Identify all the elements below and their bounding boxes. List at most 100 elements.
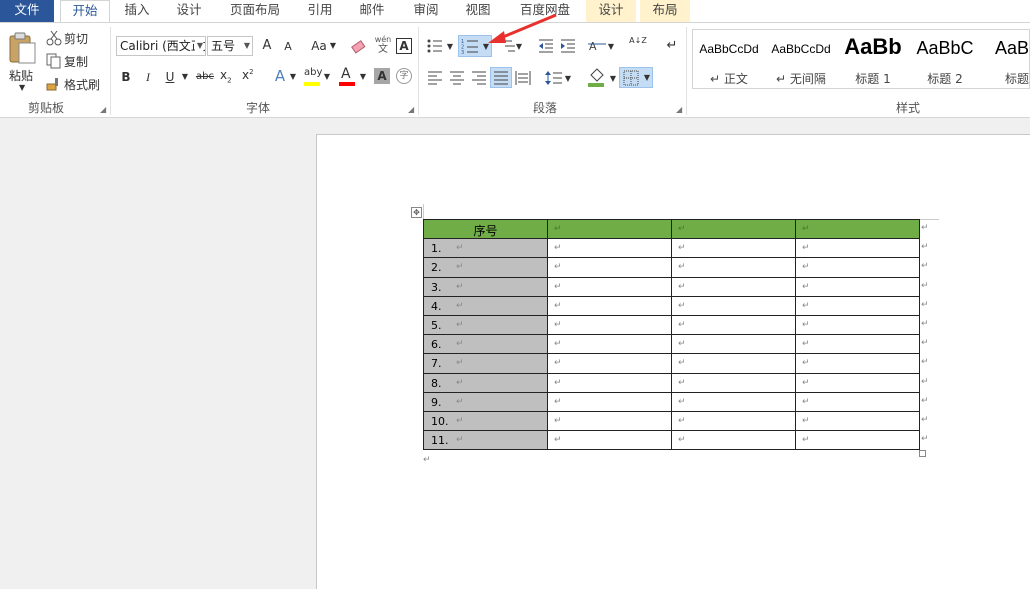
table-cell[interactable]: 1. ↵: [423, 238, 548, 259]
table-cell[interactable]: ↵: [547, 372, 672, 393]
clipboard-launcher-icon[interactable]: ◢: [100, 105, 106, 114]
align-left-icon[interactable]: [427, 70, 443, 86]
table-cell[interactable]: 4. ↵: [423, 295, 548, 316]
style-title[interactable]: AaBb 标题: [981, 30, 1029, 88]
table-cell[interactable]: 5. ↵: [423, 314, 548, 336]
show-formatting-marks-button[interactable]: ↵: [664, 37, 680, 55]
table-cell[interactable]: ↵: [795, 372, 920, 393]
table-cell[interactable]: 2. ↵: [423, 257, 548, 278]
style-heading-2[interactable]: AaBbC 标题 2: [909, 30, 981, 88]
table-cell[interactable]: 11. ↵: [423, 430, 548, 451]
tab-references[interactable]: 引用: [298, 0, 342, 22]
tab-insert[interactable]: 插入: [114, 0, 160, 22]
highlight-button[interactable]: aby: [302, 67, 324, 87]
table-cell[interactable]: ↵: [547, 295, 672, 316]
paste-button[interactable]: 粘贴 ▼: [5, 29, 39, 93]
sort-button[interactable]: A↓Z: [628, 36, 648, 45]
table-cell[interactable]: ↵: [547, 238, 672, 259]
table-cell[interactable]: ↵: [671, 257, 796, 278]
table-cell[interactable]: ↵: [671, 314, 796, 336]
table-cell[interactable]: 序号: [423, 218, 548, 240]
table-cell[interactable]: ↵: [795, 391, 920, 412]
table-cell[interactable]: ↵: [671, 218, 796, 240]
table-cell[interactable]: 7. ↵: [423, 353, 548, 374]
bold-button[interactable]: B: [119, 68, 133, 86]
table-cell[interactable]: ↵: [795, 295, 920, 316]
subscript-button[interactable]: x2: [220, 68, 238, 86]
chevron-down-icon[interactable]: ▼: [180, 68, 190, 86]
table-cell[interactable]: ↵: [795, 257, 920, 278]
paragraph-launcher-icon[interactable]: ◢: [676, 105, 682, 114]
cut-button[interactable]: 剪切: [46, 29, 102, 47]
tab-review[interactable]: 审阅: [404, 0, 448, 22]
tab-mailings[interactable]: 邮件: [350, 0, 394, 22]
underline-button[interactable]: U: [163, 68, 177, 86]
superscript-button[interactable]: x2: [242, 68, 260, 86]
table-cell[interactable]: ↵: [795, 410, 920, 432]
table-cell[interactable]: ↵: [671, 276, 796, 297]
table-cell[interactable]: 8. ↵: [423, 372, 548, 393]
shading-button[interactable]: [588, 68, 610, 88]
tab-table-design[interactable]: 设计: [586, 0, 636, 22]
table-move-handle[interactable]: ✥: [411, 207, 422, 218]
italic-button[interactable]: I: [141, 68, 155, 86]
table-resize-handle[interactable]: [919, 450, 926, 457]
table-cell[interactable]: ↵: [671, 295, 796, 316]
tab-file[interactable]: 文件: [0, 0, 54, 22]
table-cell[interactable]: ↵: [671, 238, 796, 259]
table-cell[interactable]: ↵: [671, 430, 796, 451]
table-cell[interactable]: ↵: [547, 257, 672, 278]
style-normal[interactable]: AaBbCcDd ↵ 正文: [693, 30, 765, 88]
chevron-down-icon[interactable]: ▼: [606, 38, 616, 56]
format-painter-button[interactable]: 格式刷: [46, 75, 106, 93]
tab-design[interactable]: 设计: [166, 0, 212, 22]
table-cell[interactable]: ↵: [671, 391, 796, 412]
style-no-spacing[interactable]: AaBbCcDd ↵ 无间隔: [765, 30, 837, 88]
tab-home[interactable]: 开始: [60, 0, 110, 23]
chinese-layout-icon[interactable]: A: [588, 38, 606, 54]
shrink-font-button[interactable]: A: [280, 38, 296, 56]
borders-button[interactable]: ▼: [619, 67, 653, 88]
font-family-combo[interactable]: Calibri (西文正文) ▼: [116, 36, 206, 56]
table-cell[interactable]: ↵: [795, 353, 920, 374]
table-cell[interactable]: ↵: [795, 276, 920, 297]
table-cell[interactable]: ↵: [547, 218, 672, 240]
table-cell[interactable]: ↵: [547, 334, 672, 355]
change-case-button[interactable]: Aa: [308, 37, 330, 55]
bullets-icon[interactable]: [427, 38, 443, 54]
chevron-down-icon[interactable]: ▼: [322, 68, 332, 86]
chevron-down-icon[interactable]: ▼: [608, 70, 618, 88]
document-page[interactable]: ✥ 序号 ↵ ↵ ↵ 1. ↵ ↵ ↵ ↵ 2. ↵ ↵ ↵ ↵ 3. ↵ ↵ ↵ ↵ 4. ↵ ↵ ↵ ↵ 5. ↵ ↵ ↵…: [316, 134, 1030, 589]
table-cell[interactable]: ↵: [795, 314, 920, 336]
line-spacing-icon[interactable]: [545, 70, 563, 86]
chevron-down-icon[interactable]: ▼: [445, 38, 455, 56]
font-size-combo[interactable]: 五号 ▼: [207, 36, 253, 56]
chevron-down-icon[interactable]: ▼: [358, 68, 368, 86]
table-cell[interactable]: ↵: [795, 218, 920, 240]
grow-font-button[interactable]: A: [258, 37, 276, 55]
table-cell[interactable]: ↵: [671, 334, 796, 355]
chevron-down-icon[interactable]: ▼: [642, 69, 652, 87]
justify-button[interactable]: [490, 67, 512, 88]
table-cell[interactable]: ↵: [547, 353, 672, 374]
character-shading-button[interactable]: A: [374, 68, 390, 84]
table-cell[interactable]: ↵: [671, 372, 796, 393]
font-color-button[interactable]: A: [338, 66, 358, 86]
copy-button[interactable]: 复制: [46, 52, 102, 70]
table-cell[interactable]: 10. ↵: [423, 410, 548, 432]
table-cell[interactable]: ↵: [547, 314, 672, 336]
tab-page-layout[interactable]: 页面布局: [224, 0, 286, 22]
align-right-icon[interactable]: [471, 70, 487, 86]
clear-formatting-icon[interactable]: [350, 38, 368, 56]
table-cell[interactable]: 6. ↵: [423, 334, 548, 355]
table-cell[interactable]: ↵: [547, 276, 672, 297]
tab-table-layout[interactable]: 布局: [640, 0, 690, 22]
chevron-down-icon[interactable]: ▼: [288, 68, 298, 86]
distributed-icon[interactable]: [515, 70, 531, 86]
align-center-icon[interactable]: [449, 70, 465, 86]
table-cell[interactable]: ↵: [547, 430, 672, 451]
font-launcher-icon[interactable]: ◢: [408, 105, 414, 114]
text-effects-button[interactable]: A: [272, 67, 288, 85]
table-cell[interactable]: ↵: [547, 410, 672, 432]
table-cell[interactable]: ↵: [795, 334, 920, 355]
